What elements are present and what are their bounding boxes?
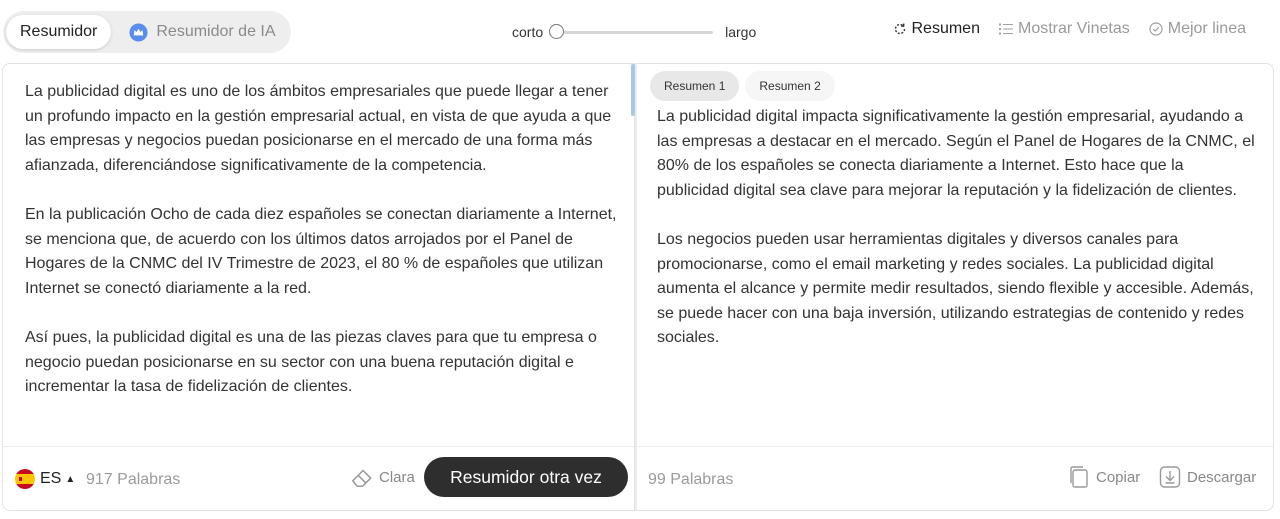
clear-button-label: Clara [379, 468, 415, 486]
mode-summary-label: Resumen [911, 20, 980, 37]
input-footer: ES ▲ 917 Palabras Clara Resumidor otra v… [3, 446, 634, 510]
output-word-count: 99 Palabras [648, 471, 734, 488]
input-paragraph: Así pues, la publicidad digital es una d… [25, 328, 597, 396]
summary-tabs: Resumen 1 Resumen 2 [650, 71, 835, 101]
length-slider[interactable] [549, 24, 714, 40]
output-paragraph: La publicidad digital impacta significat… [657, 108, 1255, 199]
list-icon [998, 23, 1013, 35]
copy-button[interactable]: Copiar [1068, 465, 1140, 489]
language-selector[interactable]: ES ▲ [15, 469, 75, 489]
slider-track [555, 31, 714, 34]
length-long-label: largo [725, 24, 757, 40]
length-control: corto largo [512, 22, 756, 42]
download-label: Descargar [1187, 468, 1257, 486]
refresh-icon [894, 23, 905, 35]
mode-bullets-label: Mostrar Vinetas [1017, 20, 1130, 37]
mode-best-line[interactable]: Mejor linea [1148, 20, 1246, 38]
slider-thumb[interactable] [549, 24, 565, 39]
spain-flag-icon [15, 469, 35, 489]
clear-button[interactable]: Clara [349, 463, 415, 491]
input-scrollbar[interactable] [631, 64, 635, 116]
input-word-count: 917 Palabras [86, 471, 181, 488]
tab-ai-summarizer-label: Resumidor de IA [156, 23, 276, 40]
download-button[interactable]: Descargar [1159, 465, 1256, 489]
output-footer: 99 Palabras Copiar Descargar [637, 446, 1273, 510]
tab-summarizer[interactable]: Resumidor [6, 15, 112, 49]
input-textarea[interactable]: La publicidad digital es uno de los ámbi… [25, 80, 625, 424]
input-paragraph: En la publicación Ocho de cada diez espa… [25, 205, 617, 297]
caret-up-icon: ▲ [65, 473, 76, 485]
ai-crown-icon [129, 22, 148, 42]
tab-summary-2[interactable]: Resumen 2 [745, 71, 835, 101]
input-paragraph: La publicidad digital es uno de los ámbi… [25, 83, 612, 174]
download-icon [1159, 466, 1181, 488]
output-paragraph: Los negocios pueden usar herramientas di… [657, 230, 1254, 347]
copy-icon [1070, 466, 1088, 488]
mode-summary[interactable]: Resumen [892, 20, 980, 38]
summary-output: La publicidad digital impacta significat… [657, 105, 1257, 376]
mode-bullets[interactable]: Mostrar Vinetas [998, 20, 1130, 38]
input-panel: La publicidad digital es uno de los ámbi… [2, 63, 635, 511]
check-circle-icon [1149, 22, 1163, 36]
mode-best-line-label: Mejor linea [1167, 20, 1246, 37]
toolbar: Resumidor Resumidor de IA corto largo Re… [0, 0, 1280, 62]
tab-ai-summarizer[interactable]: Resumidor de IA [111, 15, 285, 49]
tab-summary-1[interactable]: Resumen 1 [650, 71, 740, 101]
language-code: ES [40, 470, 62, 487]
copy-label: Copiar [1096, 468, 1141, 486]
mode-switch: Resumidor Resumidor de IA [3, 11, 291, 53]
output-panel: Resumen 1 Resumen 2 La publicidad digita… [637, 63, 1274, 511]
length-short-label: corto [512, 24, 544, 40]
eraser-icon [352, 469, 372, 487]
summary-mode-options: Resumen Mostrar Vinetas Mejor linea [892, 20, 1246, 38]
resummarize-button[interactable]: Resumidor otra vez [424, 457, 628, 497]
